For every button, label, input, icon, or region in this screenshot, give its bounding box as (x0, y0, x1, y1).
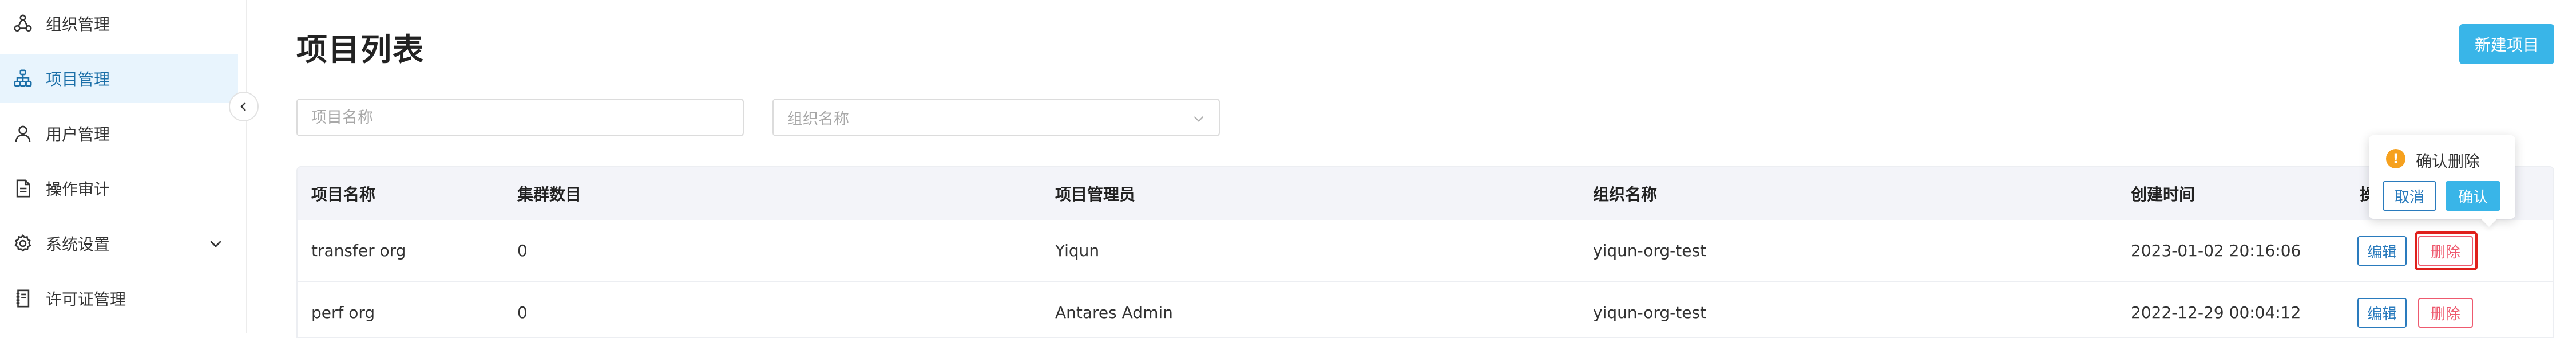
projects-table: 项目名称 集群数目 项目管理员 组织名称 创建时间 操作 transfer or… (296, 166, 2554, 338)
cancel-button[interactable]: 取消 (2383, 181, 2436, 211)
sidebar-item-settings[interactable]: 系统设置 (0, 219, 238, 268)
confirm-button[interactable]: 确认 (2446, 181, 2500, 211)
table-row: perf org 0 Antares Admin yiqun-org-test … (298, 282, 2553, 337)
project-tree-icon (13, 68, 33, 89)
org-select-placeholder: 组织名称 (787, 110, 849, 128)
sidebar-item-license[interactable]: 许可证管理 (0, 274, 238, 323)
delete-popconfirm: ! 确认删除 取消 确认 (2369, 135, 2515, 227)
created-time-cell: 2023-01-02 20:16:06 (2131, 241, 2301, 260)
gear-icon (13, 233, 33, 254)
delete-button[interactable]: 删除 (2418, 236, 2473, 266)
org-name-cell: yiqun-org-test (1593, 241, 1707, 260)
column-header: 创建时间 (2131, 185, 2195, 204)
chevron-left-icon (240, 102, 246, 111)
column-header: 组织名称 (1593, 185, 1658, 204)
project-name-cell: perf org (311, 302, 375, 322)
project-admin-cell: Yiqun (1055, 241, 1100, 260)
table-row: transfer org 0 Yiqun yiqun-org-test 2023… (298, 220, 2553, 282)
sidebar-item-projects[interactable]: 项目管理 (0, 54, 238, 103)
sidebar-item-label: 组织管理 (46, 15, 110, 34)
sidebar-item-organization[interactable]: 组织管理 (0, 0, 238, 48)
edit-button[interactable]: 编辑 (2357, 298, 2407, 328)
delete-button[interactable]: 删除 (2418, 298, 2473, 328)
project-admin-cell: Antares Admin (1055, 302, 1173, 322)
chevron-down-icon[interactable] (207, 235, 224, 252)
sidebar-item-label: 项目管理 (46, 70, 110, 89)
project-name-cell: transfer org (311, 241, 406, 260)
created-time-cell: 2022-12-29 00:04:12 (2131, 302, 2301, 322)
table-header: 项目名称 集群数目 项目管理员 组织名称 创建时间 操作 (298, 167, 2553, 221)
sidebar-collapse-button[interactable] (229, 92, 259, 121)
cluster-count-cell: 0 (517, 302, 528, 322)
user-icon (13, 123, 33, 144)
sidebar-item-audit[interactable]: 操作审计 (0, 164, 238, 213)
column-header: 项目名称 (311, 185, 376, 204)
column-header: 集群数目 (517, 185, 582, 204)
cluster-count-cell: 0 (517, 241, 528, 260)
sidebar-item-label: 用户管理 (46, 125, 110, 144)
org-name-cell: yiqun-org-test (1593, 302, 1707, 322)
chevron-down-icon (1194, 116, 1204, 122)
organization-icon (13, 13, 33, 34)
project-name-input[interactable] (296, 99, 744, 136)
sidebar-item-users[interactable]: 用户管理 (0, 109, 238, 158)
new-project-button[interactable]: 新建项目 (2459, 24, 2554, 64)
sidebar-item-label: 操作审计 (46, 180, 110, 199)
page-title: 项目列表 (296, 32, 425, 68)
edit-button[interactable]: 编辑 (2357, 236, 2407, 266)
column-header: 项目管理员 (1055, 185, 1136, 204)
popconfirm-title: 确认删除 (2416, 152, 2480, 171)
sidebar-item-label: 系统设置 (46, 235, 110, 254)
sidebar-item-label: 许可证管理 (46, 290, 126, 309)
sidebar: 组织管理 项目管理 用户管理 操作审计 系统设置 许可证管理 (0, 0, 247, 333)
org-name-select[interactable]: 组织名称 (772, 99, 1220, 136)
warning-icon: ! (2386, 149, 2405, 168)
audit-document-icon (13, 178, 33, 199)
license-icon (13, 288, 33, 309)
